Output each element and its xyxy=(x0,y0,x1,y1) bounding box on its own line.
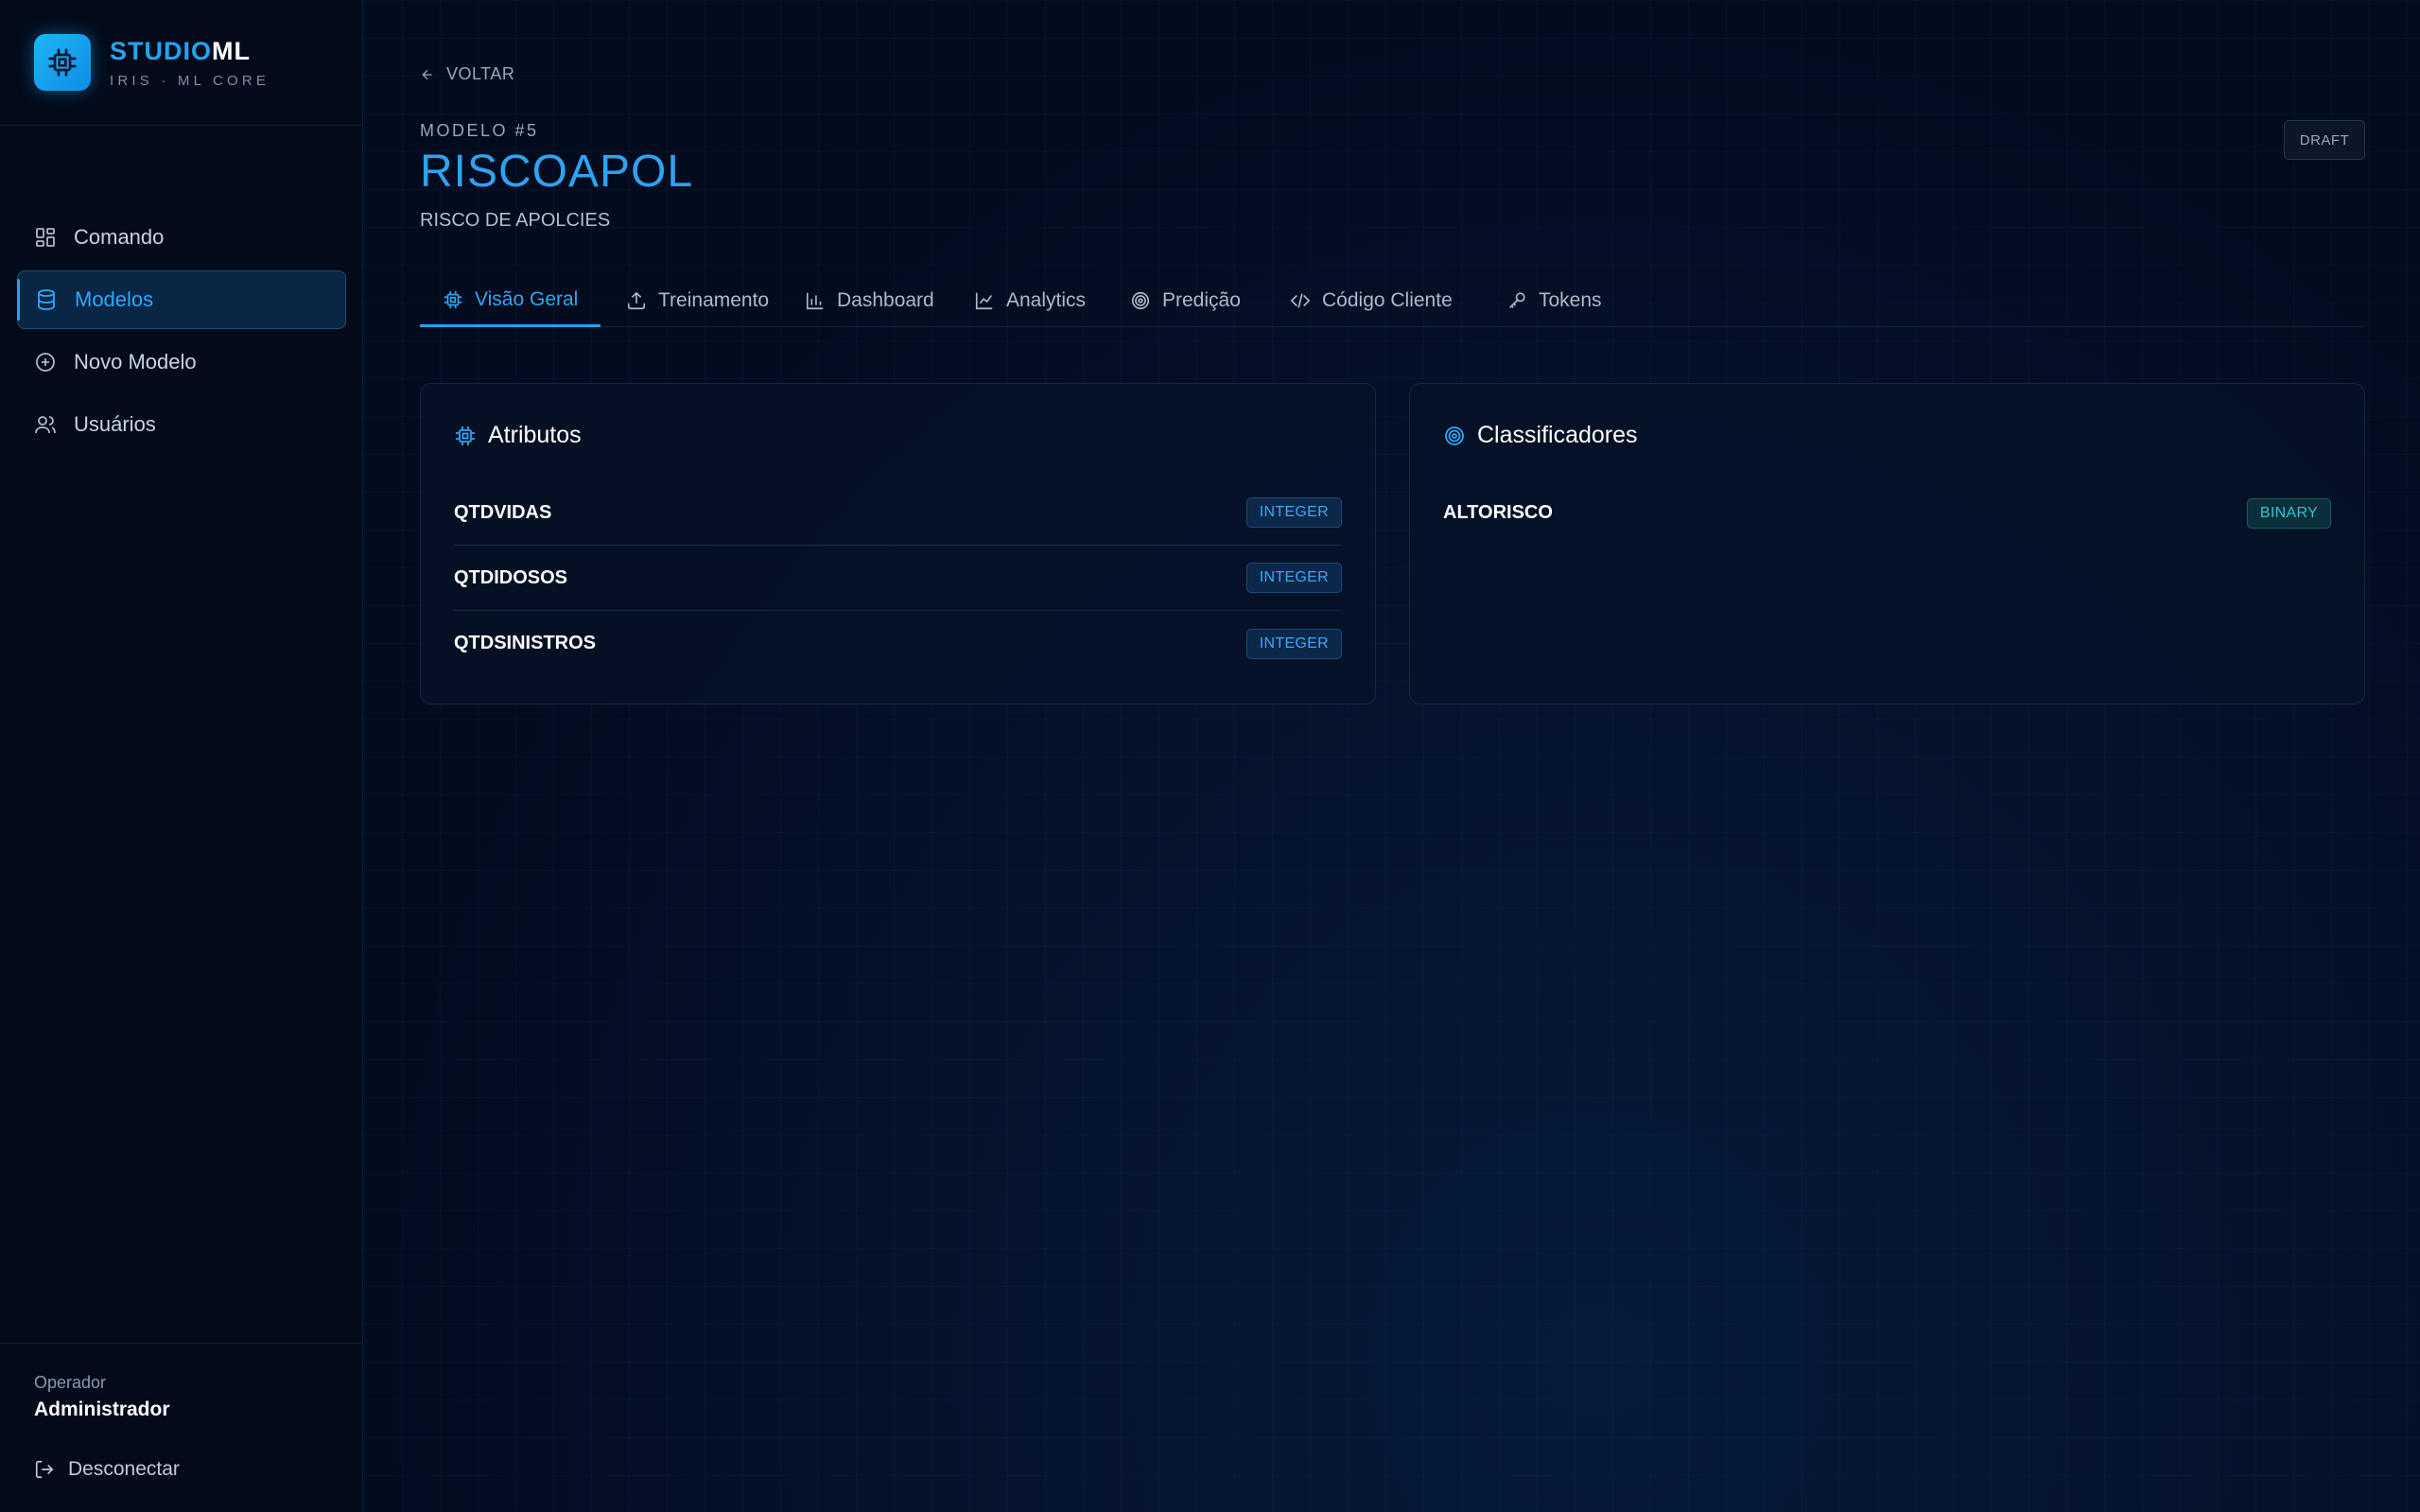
sidebar-item-modelos[interactable]: Modelos xyxy=(17,270,346,329)
cpu-chip-icon xyxy=(34,34,91,91)
sidebar-nav: Comando Modelos Novo Modelo Usuários xyxy=(17,208,346,458)
key-icon xyxy=(1509,292,1525,308)
tab-predicao[interactable]: Predição xyxy=(1107,274,1263,327)
type-badge: INTEGER xyxy=(1245,497,1342,528)
tab-analytics[interactable]: Analytics xyxy=(951,274,1108,327)
brand-name: STUDIOML xyxy=(110,36,251,65)
operator-label: Operador xyxy=(34,1373,107,1392)
target-icon xyxy=(1445,426,1464,445)
status-badge: DRAFT xyxy=(2284,120,2365,160)
list-item[interactable]: QTDSINISTROS INTEGER xyxy=(454,611,1342,676)
page-title: RISCOAPOL xyxy=(420,147,694,197)
tab-label: Treinamento xyxy=(658,289,770,311)
sidebar-divider xyxy=(0,1343,363,1344)
back-label: VOLTAR xyxy=(446,64,515,83)
logout-icon xyxy=(35,1460,54,1479)
tab-label: Dashboard xyxy=(837,289,934,311)
sidebar: STUDIOML IRIS · ML CORE Comando Modelos … xyxy=(0,0,363,1512)
brand-subtitle: IRIS · ML CORE xyxy=(110,72,270,89)
tab-bar: Visão Geral Treinamento Dashboard Analyt… xyxy=(420,274,2365,327)
target-icon xyxy=(1131,291,1150,310)
classifiers-card: Classificadores ALTORISCO BINARY xyxy=(1409,383,2365,704)
plus-circle-icon xyxy=(34,351,57,374)
model-number: MODELO #5 xyxy=(420,121,539,140)
list-item[interactable]: ALTORISCO BINARY xyxy=(1443,480,2331,546)
type-badge: INTEGER xyxy=(1245,563,1342,593)
attribute-name: QTDIDOSOS xyxy=(454,566,568,588)
cpu-chip-icon xyxy=(456,426,475,445)
users-icon xyxy=(34,413,57,436)
sidebar-item-comando[interactable]: Comando xyxy=(17,208,346,267)
line-chart-icon xyxy=(975,292,993,310)
card-title: Classificadores xyxy=(1477,422,1638,448)
tab-label: Visão Geral xyxy=(475,287,579,310)
sidebar-item-label: Modelos xyxy=(75,287,154,311)
attribute-name: QTDSINISTROS xyxy=(454,633,597,653)
operator-info: Operador Administrador xyxy=(34,1373,170,1421)
tab-label: Código Cliente xyxy=(1322,289,1453,311)
tab-tokens[interactable]: Tokens xyxy=(1484,274,1625,327)
upload-icon xyxy=(627,291,646,310)
bar-chart-icon xyxy=(806,292,824,310)
tab-codigo-cliente[interactable]: Código Cliente xyxy=(1267,274,1475,327)
sidebar-item-label: Comando xyxy=(74,225,165,249)
cpu-chip-icon xyxy=(444,290,462,308)
sidebar-item-novo-modelo[interactable]: Novo Modelo xyxy=(17,333,346,391)
back-link[interactable]: VOLTAR xyxy=(420,64,514,84)
tab-visao-geral[interactable]: Visão Geral xyxy=(420,274,601,327)
main-content: VOLTAR MODELO #5 RISCOAPOL RISCO DE APOL… xyxy=(364,0,2420,1512)
sidebar-item-label: Novo Modelo xyxy=(74,350,197,374)
attribute-name: QTDVIDAS xyxy=(454,501,552,523)
type-badge: BINARY xyxy=(2246,497,2331,529)
list-item[interactable]: QTDVIDAS INTEGER xyxy=(454,480,1342,546)
tab-label: Predição xyxy=(1162,289,1241,311)
code-icon xyxy=(1290,293,1311,308)
model-description: RISCO DE APOLCIES xyxy=(420,210,611,231)
tab-dashboard[interactable]: Dashboard xyxy=(782,274,957,327)
type-badge: INTEGER xyxy=(1245,628,1342,659)
tab-label: Analytics xyxy=(1006,289,1087,311)
tab-label: Tokens xyxy=(1539,289,1602,311)
sidebar-item-usuarios[interactable]: Usuários xyxy=(17,395,346,454)
list-item[interactable]: QTDIDOSOS INTEGER xyxy=(454,546,1342,611)
attributes-card: Atributos QTDVIDAS INTEGER QTDIDOSOS INT… xyxy=(420,383,1376,704)
logout-label: Desconectar xyxy=(68,1458,180,1480)
classifier-name: ALTORISCO xyxy=(1443,502,1553,523)
tab-treinamento[interactable]: Treinamento xyxy=(603,274,792,327)
database-icon xyxy=(35,288,58,311)
operator-name: Administrador xyxy=(34,1399,170,1420)
dashboard-grid-icon xyxy=(34,226,57,249)
brand[interactable]: STUDIOML IRIS · ML CORE xyxy=(34,34,270,91)
card-title: Atributos xyxy=(488,422,582,448)
logout-button[interactable]: Desconectar xyxy=(34,1458,180,1481)
sidebar-item-label: Usuários xyxy=(74,412,156,436)
sidebar-divider xyxy=(0,125,363,126)
arrow-left-icon xyxy=(422,69,432,79)
